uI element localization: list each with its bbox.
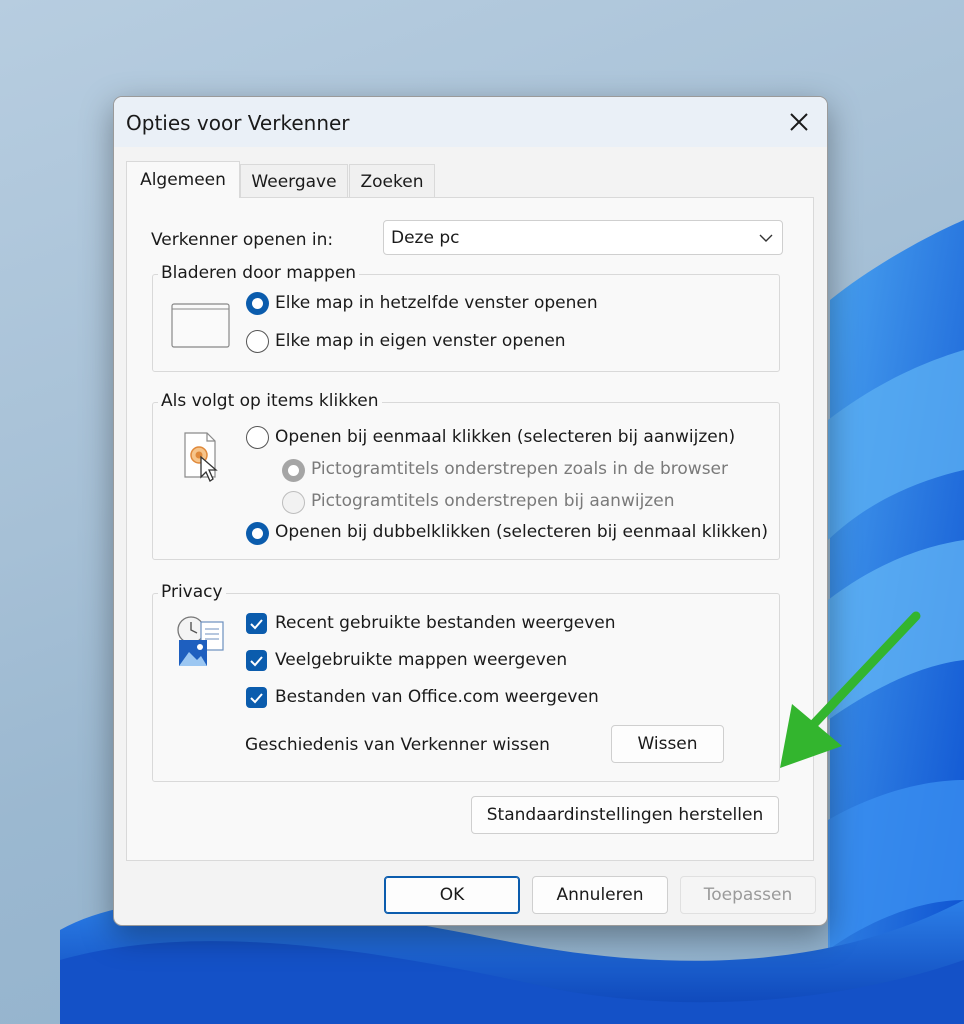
- checkmark-icon: [250, 619, 263, 630]
- single-click-radio[interactable]: [246, 426, 269, 449]
- open-in-dropdown[interactable]: Deze pc: [383, 220, 783, 255]
- open-in-value: Deze pc: [391, 228, 460, 248]
- recent-files-checkbox[interactable]: [246, 613, 267, 634]
- own-window-label: Elke map in eigen venster openen: [275, 331, 566, 351]
- tab-zoeken[interactable]: Zoeken: [349, 164, 435, 198]
- same-window-radio[interactable]: [246, 292, 269, 315]
- clear-history-button-label: Wissen: [637, 734, 698, 754]
- frequent-folders-checkbox[interactable]: [246, 650, 267, 671]
- open-in-label: Verkenner openen in:: [151, 230, 334, 250]
- tab-algemeen[interactable]: Algemeen: [126, 161, 240, 198]
- checkmark-icon: [250, 656, 263, 667]
- chevron-down-icon: [759, 234, 773, 242]
- apply-button[interactable]: Toepassen: [680, 876, 816, 914]
- click-items-title: Als volgt op items klikken: [158, 391, 382, 411]
- privacy-title: Privacy: [158, 582, 226, 602]
- window-icon: [171, 303, 230, 348]
- title-bar: Opties voor Verkenner: [114, 97, 827, 147]
- close-icon: [790, 113, 808, 131]
- same-window-label: Elke map in hetzelfde venster openen: [275, 293, 598, 313]
- underline-hover-radio[interactable]: [282, 491, 305, 514]
- clear-history-label: Geschiedenis van Verkenner wissen: [245, 735, 550, 755]
- click-items-group: Als volgt op items klikken Openen bij ee…: [152, 391, 780, 560]
- privacy-documents-icon: [177, 616, 224, 666]
- checkmark-icon: [250, 693, 263, 704]
- dialog-title: Opties voor Verkenner: [126, 111, 350, 135]
- general-tab-panel: Verkenner openen in: Deze pc Bladeren do…: [126, 197, 814, 861]
- click-pointer-icon: [184, 432, 218, 482]
- folder-options-dialog: Opties voor Verkenner Algemeen Weergave …: [113, 96, 828, 926]
- underline-hover-label: Pictogramtitels onderstrepen bij aanwijz…: [311, 491, 675, 511]
- cancel-button[interactable]: Annuleren: [532, 876, 668, 914]
- close-button[interactable]: [779, 103, 819, 141]
- tab-weergave[interactable]: Weergave: [240, 164, 348, 198]
- double-click-radio[interactable]: [246, 522, 269, 545]
- single-click-label: Openen bij eenmaal klikken (selecteren b…: [275, 427, 736, 447]
- underline-browser-radio[interactable]: [282, 459, 305, 482]
- restore-defaults-button[interactable]: Standaardinstellingen herstellen: [471, 796, 779, 834]
- ok-button-label: OK: [439, 885, 465, 905]
- clear-history-button[interactable]: Wissen: [611, 725, 724, 763]
- double-click-label: Openen bij dubbelklikken (selecteren bij…: [275, 522, 768, 542]
- browse-folders-group: Bladeren door mappen Elke map in hetzelf…: [152, 263, 780, 372]
- tab-label: Algemeen: [140, 170, 226, 190]
- tab-label: Weergave: [251, 171, 337, 192]
- annotation-arrow-icon: [780, 611, 921, 768]
- own-window-radio[interactable]: [246, 330, 269, 353]
- recent-files-label: Recent gebruikte bestanden weergeven: [275, 613, 616, 633]
- privacy-group: Privacy Recent gebruikte bestanden weerg…: [152, 582, 780, 782]
- tab-label: Zoeken: [360, 171, 424, 192]
- browse-folders-title: Bladeren door mappen: [158, 263, 360, 283]
- underline-browser-label: Pictogramtitels onderstrepen zoals in de…: [311, 459, 729, 479]
- apply-button-label: Toepassen: [703, 885, 793, 905]
- office-files-label: Bestanden van Office.com weergeven: [275, 687, 599, 707]
- cancel-button-label: Annuleren: [556, 885, 644, 905]
- restore-defaults-label: Standaardinstellingen herstellen: [486, 805, 764, 825]
- office-files-checkbox[interactable]: [246, 687, 267, 708]
- frequent-folders-label: Veelgebruikte mappen weergeven: [275, 650, 568, 670]
- ok-button[interactable]: OK: [384, 876, 520, 914]
